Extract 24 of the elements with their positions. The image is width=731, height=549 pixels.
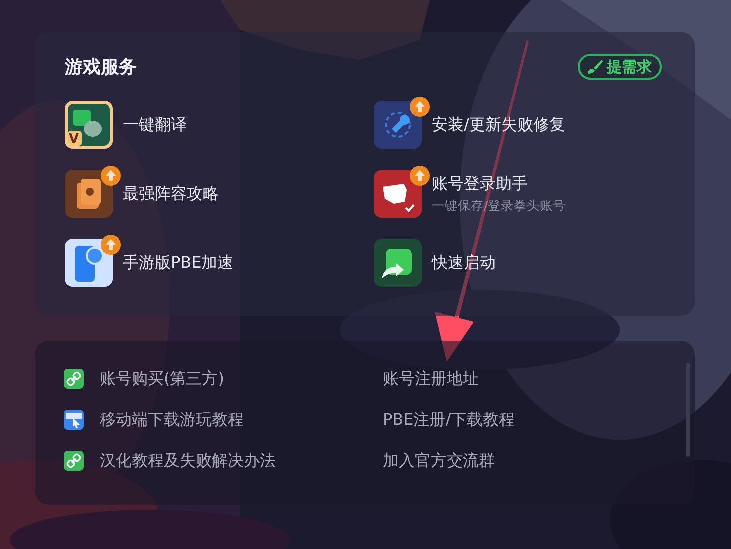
card-icon[interactable] xyxy=(65,170,113,218)
request-button[interactable]: 提需求 xyxy=(578,54,662,80)
brush-icon xyxy=(586,59,604,75)
wrench-icon[interactable] xyxy=(374,101,422,149)
service-title[interactable]: 快速启动 xyxy=(432,252,496,274)
link-icon xyxy=(64,369,84,389)
link-label[interactable]: 账号注册地址 xyxy=(383,368,479,390)
panel-title: 游戏服务 xyxy=(65,56,137,79)
phone-icon[interactable] xyxy=(65,239,113,287)
vip-mark: V xyxy=(69,133,80,147)
web-cursor-icon xyxy=(64,410,84,430)
link-icon xyxy=(64,451,84,471)
link-label[interactable]: 汉化教程及失败解决办法 xyxy=(100,450,276,472)
link-label[interactable]: 加入官方交流群 xyxy=(383,450,495,472)
link-label[interactable]: 账号购买(第三方) xyxy=(100,368,224,390)
service-title[interactable]: 最强阵容攻略 xyxy=(123,184,219,204)
service-title[interactable]: 手游版PBE加速 xyxy=(123,252,234,274)
service-title[interactable]: 一键翻译 xyxy=(123,114,187,136)
scrollbar[interactable] xyxy=(686,363,690,457)
link-label[interactable]: 移动端下载游玩教程 xyxy=(100,410,244,430)
link-label[interactable]: PBE注册/下载教程 xyxy=(383,410,516,430)
service-title[interactable]: 账号登录助手 xyxy=(432,174,566,194)
translate-icon[interactable] xyxy=(65,101,113,149)
service-title[interactable]: 安装/更新失败修复 xyxy=(432,114,566,136)
